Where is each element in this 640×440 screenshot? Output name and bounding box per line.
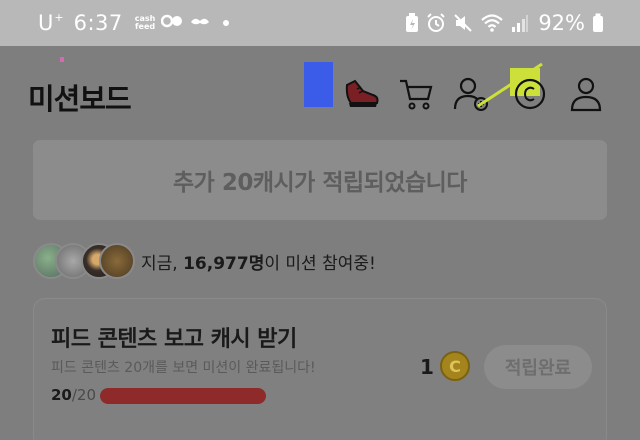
mission-progress-bar (100, 388, 266, 404)
claim-complete-button[interactable]: 적립완료 (484, 345, 592, 389)
shoe-icon (345, 79, 379, 107)
avatar-group (33, 241, 137, 281)
battery-icon (593, 13, 603, 32)
reward-count: 1 (420, 355, 434, 379)
avatar (99, 243, 135, 279)
pink-marker (60, 57, 64, 62)
status-bar-right: 92% (405, 11, 604, 35)
participants-count: 16,977명 (183, 253, 265, 274)
profile-button[interactable] (566, 74, 606, 114)
profile-icon (570, 77, 602, 112)
cashfeed-notification-icon: cash feed (134, 14, 156, 31)
mission-progress-text: 20/20 (51, 386, 97, 404)
wifi-icon (481, 14, 504, 32)
app-bar: 미션보드 (0, 46, 640, 128)
coin-history-icon (514, 78, 546, 110)
carrier-label: U+ (38, 11, 64, 35)
notification-dot (223, 20, 230, 26)
toggle-notification-icon (161, 13, 183, 33)
clock: 6:37 (73, 11, 123, 35)
coin-icon: C (440, 351, 470, 381)
mission-card[interactable]: 피드 콘텐츠 보고 캐시 받기 피드 콘텐츠 20개를 보면 미션이 완료됩니다… (33, 298, 607, 440)
status-bar: U+ 6:37 cash feed 92% (0, 0, 640, 46)
blue-marker (304, 62, 333, 107)
signal-icon (512, 15, 529, 32)
mustache-notification-icon (189, 13, 211, 33)
cart-icon (400, 79, 433, 110)
participants-row: 지금, 16,977명이 미션 참여중! (33, 240, 376, 282)
participants-text: 지금, 16,977명이 미션 참여중! (141, 253, 376, 274)
coin-history-button[interactable] (510, 74, 550, 114)
status-bar-left: U+ 6:37 cash feed (38, 11, 230, 35)
cart-button[interactable] (396, 74, 436, 114)
banner-text: 추가 20캐시가 적립되었습니다 (173, 170, 467, 196)
battery-saver-icon (406, 13, 419, 32)
mission-progress-fill (100, 388, 266, 404)
battery-percent: 92% (538, 11, 585, 35)
page-title: 미션보드 (28, 82, 132, 116)
reward-banner: 추가 20캐시가 적립되었습니다 (33, 140, 607, 220)
alarm-icon (427, 13, 446, 32)
shoe-button[interactable] (342, 74, 382, 114)
mission-description: 피드 콘텐츠 20개를 보면 미션이 완료됩니다! (51, 360, 316, 376)
mute-icon (454, 14, 473, 32)
mission-title: 피드 콘텐츠 보고 캐시 받기 (51, 327, 297, 352)
